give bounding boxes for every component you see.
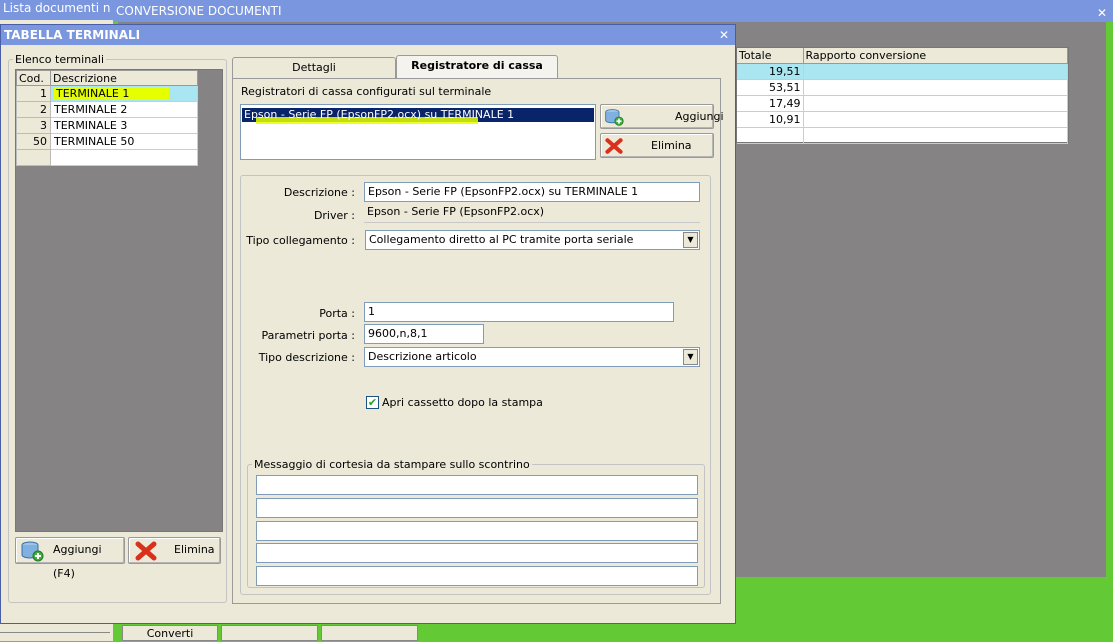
cell-cod — [16, 149, 51, 166]
table-row[interactable]: 17,49 — [737, 95, 1068, 112]
cell-cod: 50 — [16, 133, 51, 150]
add-terminal-label: Aggiungi (F4) — [53, 543, 102, 580]
table-row[interactable]: 53,51 — [737, 79, 1068, 96]
terminals-group-label: Elenco terminali — [15, 53, 105, 66]
cell-rapporto — [803, 95, 1068, 112]
tab-registratore-di-cassa[interactable]: Registratore di cassa — [396, 55, 558, 79]
delete-x-icon — [605, 138, 623, 154]
apri-cassetto-label: Apri cassetto dopo la stampa — [382, 396, 543, 409]
tipo-descrizione-value: Descrizione articolo — [368, 350, 477, 363]
tipo-collegamento-label: Tipo collegamento : — [246, 234, 355, 247]
cell-descrizione: TERMINALE 2 — [50, 101, 198, 118]
cell-descrizione: TERMINALE 1 — [50, 85, 198, 102]
add-register-label: Aggiungi — [675, 110, 724, 123]
tipo-collegamento-select[interactable]: Collegamento diretto al PC tramite porta… — [365, 230, 700, 250]
convert-documents-window-title: CONVERSIONE DOCUMENTI ✕ — [113, 0, 1113, 22]
cell-totale: 17,49 — [737, 95, 804, 112]
cell-rapporto — [803, 63, 1068, 80]
add-terminal-button[interactable]: Aggiungi (F4) — [15, 537, 125, 580]
cell-rapporto — [803, 79, 1068, 96]
table-row[interactable] — [16, 149, 198, 166]
footer-button-3[interactable] — [321, 625, 418, 641]
courtesy-message-line-1[interactable] — [256, 475, 698, 495]
cell-cod: 1 — [16, 85, 51, 102]
terminals-grid[interactable]: Cod. Descrizione 1 TERMINALE 1 2 TERMINA… — [16, 70, 198, 166]
table-row[interactable]: 3 TERMINALE 3 — [16, 117, 198, 134]
apri-cassetto-checkbox[interactable]: ✔ — [366, 396, 379, 409]
chevron-down-icon[interactable]: ▼ — [683, 349, 698, 365]
terminals-grid-area[interactable]: Cod. Descrizione 1 TERMINALE 1 2 TERMINA… — [15, 69, 223, 532]
add-database-icon — [605, 109, 624, 126]
cell-totale — [737, 127, 804, 144]
cell-descrizione — [50, 149, 198, 166]
registers-list[interactable]: Epson - Serie FP (EpsonFP2.ocx) su TERMI… — [240, 104, 596, 160]
registers-caption: Registratori di cassa configurati sul te… — [241, 85, 492, 98]
table-row[interactable]: 50 TERMINALE 50 — [16, 133, 198, 150]
delete-register-button[interactable]: Elimina — [600, 133, 714, 158]
column-header-rapporto[interactable]: Rapporto conversione — [803, 48, 1068, 64]
cell-rapporto — [803, 111, 1068, 128]
conversion-grid[interactable]: Totale Rapporto conversione 19,51 53,51 … — [736, 47, 1069, 144]
footer-button-2[interactable] — [221, 625, 318, 641]
courtesy-message-label: Messaggio di cortesia da stampare sullo … — [254, 458, 530, 471]
tab-dettagli[interactable]: Dettagli — [232, 57, 396, 79]
courtesy-message-line-5[interactable] — [256, 566, 698, 586]
chevron-down-icon[interactable]: ▼ — [683, 232, 698, 248]
dialog-title: TABELLA TERMINALI — [4, 28, 141, 42]
add-database-icon — [21, 541, 44, 562]
parametri-porta-field[interactable]: 9600,n,8,1 — [364, 324, 484, 344]
cell-totale: 53,51 — [737, 79, 804, 96]
descrizione-field[interactable]: Epson - Serie FP (EpsonFP2.ocx) su TERMI… — [364, 182, 700, 202]
table-row[interactable] — [737, 127, 1068, 144]
table-row[interactable]: 1 TERMINALE 1 — [16, 85, 198, 102]
driver-value: Epson - Serie FP (EpsonFP2.ocx) — [364, 203, 700, 223]
register-tab-panel: Registratori di cassa configurati sul te… — [232, 78, 724, 604]
converti-button[interactable]: Converti — [122, 625, 218, 641]
driver-label: Driver : — [313, 209, 355, 222]
courtesy-message-line-4[interactable] — [256, 543, 698, 563]
cell-cod: 2 — [16, 101, 51, 118]
cell-cod: 3 — [16, 117, 51, 134]
parametri-porta-label: Parametri porta : — [261, 329, 355, 342]
delete-register-label: Elimina — [651, 139, 692, 152]
close-icon[interactable]: ✕ — [719, 25, 729, 45]
highlighted-text: TERMINALE 1 — [54, 87, 170, 100]
dialog-titlebar: TABELLA TERMINALI ✕ — [1, 25, 735, 45]
porta-label: Porta : — [319, 307, 355, 320]
tipo-collegamento-value: Collegamento diretto al PC tramite porta… — [369, 233, 634, 246]
courtesy-message-line-2[interactable] — [256, 498, 698, 518]
add-register-button[interactable]: Aggiungi — [600, 104, 724, 129]
table-row[interactable]: 19,51 — [737, 63, 1068, 80]
register-item-label: Epson - Serie FP (EpsonFP2.ocx) su TERMI… — [244, 108, 515, 121]
terminals-dialog: TABELLA TERMINALI ✕ Elenco terminali Cod… — [0, 24, 736, 624]
courtesy-message-line-3[interactable] — [256, 521, 698, 541]
cell-descrizione: TERMINALE 3 — [50, 117, 198, 134]
tipo-descrizione-label: Tipo descrizione : — [258, 351, 355, 364]
cell-descrizione: TERMINALE 50 — [50, 133, 198, 150]
close-icon[interactable]: ✕ — [1097, 2, 1107, 24]
tipo-descrizione-select[interactable]: Descrizione articolo ▼ — [364, 347, 700, 367]
delete-x-icon — [135, 541, 157, 561]
delete-terminal-label: Elimina — [174, 543, 215, 556]
list-item[interactable]: Epson - Serie FP (EpsonFP2.ocx) su TERMI… — [242, 108, 594, 124]
table-row[interactable]: 2 TERMINALE 2 — [16, 101, 198, 118]
document-list-window-title: Lista documenti n — [0, 0, 113, 20]
column-header-cod[interactable]: Cod. — [16, 70, 51, 86]
delete-terminal-button[interactable]: Elimina — [128, 537, 221, 564]
convert-documents-title-text: CONVERSIONE DOCUMENTI — [116, 4, 282, 18]
cell-totale: 19,51 — [737, 63, 804, 80]
column-header-descrizione[interactable]: Descrizione — [50, 70, 198, 86]
cell-totale: 10,91 — [737, 111, 804, 128]
descrizione-label: Descrizione : — [283, 186, 355, 199]
table-row[interactable]: 10,91 — [737, 111, 1068, 128]
porta-field[interactable]: 1 — [364, 302, 674, 322]
cell-rapporto — [803, 127, 1068, 144]
column-header-totale[interactable]: Totale — [737, 48, 804, 64]
document-list-bottom-button[interactable] — [0, 632, 110, 641]
